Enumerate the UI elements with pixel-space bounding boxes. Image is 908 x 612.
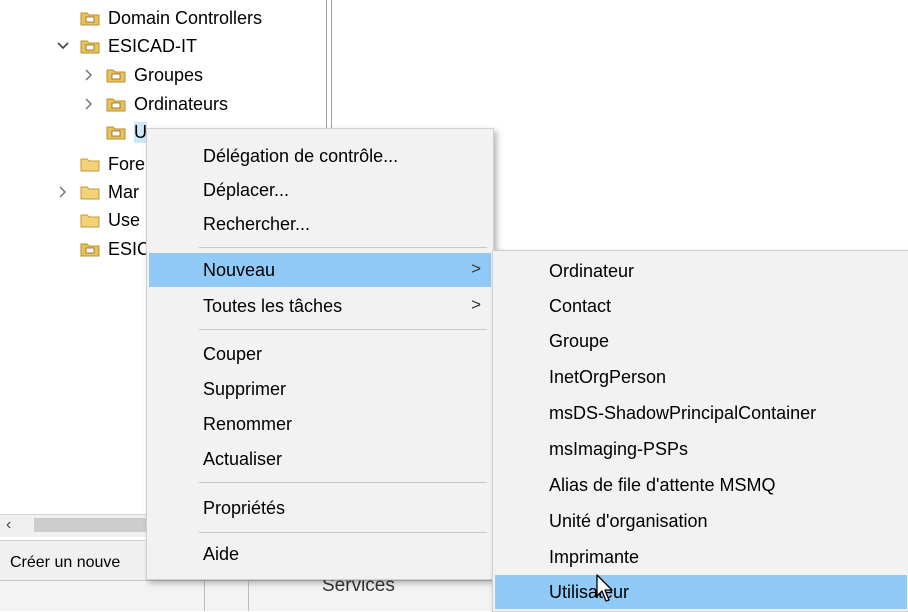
menu-item-label: InetOrgPerson [549,367,667,387]
chevron-right-icon[interactable] [54,183,72,201]
submenu-item-groupe[interactable]: Groupe [495,324,907,358]
tree-item-foreign-security[interactable]: Fore [80,149,145,179]
menu-item-delegation[interactable]: Délégation de contrôle... [149,139,491,173]
menu-item-toutes-les-taches[interactable]: Toutes les tâches > [149,289,491,323]
menu-separator [199,482,487,483]
menu-item-proprietes[interactable]: Propriétés [149,491,491,525]
ou-folder-icon [80,40,100,54]
menu-item-label: Imprimante [549,547,640,567]
menu-item-deplacer[interactable]: Déplacer... [149,173,491,207]
submenu-item-imprimante[interactable]: Imprimante [495,540,907,574]
column-divider [248,581,249,611]
menu-item-label: Toutes les tâches [203,296,343,316]
menu-item-aide[interactable]: Aide [149,537,491,571]
menu-item-label: Ordinateur [549,261,635,281]
submenu-arrow-icon: > [471,295,481,314]
chevron-right-icon[interactable] [80,66,98,84]
tree-item-groupes[interactable]: Groupes [80,60,203,90]
menu-item-renommer[interactable]: Renommer [149,407,491,441]
menu-separator [199,247,487,248]
submenu-item-unite-organisation[interactable]: Unité d'organisation [495,504,907,538]
submenu-arrow-icon: > [471,259,481,278]
scrollbar-thumb[interactable] [34,518,164,532]
menu-item-label: msImaging-PSPs [549,439,689,459]
menu-item-label: Déplacer... [203,180,290,200]
container-folder-icon [80,158,100,172]
menu-item-rechercher[interactable]: Rechercher... [149,207,491,241]
tree-item-domain-controllers[interactable]: Domain Controllers [80,3,262,33]
column-divider [204,581,205,611]
ou-folder-icon [106,69,126,83]
tree-item-label: Mar [108,181,139,202]
ou-folder-icon [80,12,100,26]
menu-item-label: Alias de file d'attente MSMQ [549,475,776,495]
submenu-item-msmq-alias[interactable]: Alias de file d'attente MSMQ [495,468,907,502]
container-folder-icon [80,214,100,228]
ou-folder-icon [80,243,100,257]
menu-item-label: Aide [203,544,240,564]
submenu-item-utilisateur[interactable]: Utilisateur [495,575,907,609]
tree-item-label: ESICAD-IT [108,35,198,56]
menu-item-supprimer[interactable]: Supprimer [149,372,491,406]
menu-item-label: Unité d'organisation [549,511,708,531]
tree-item-ordinateurs[interactable]: Ordinateurs [80,89,228,119]
menu-item-label: Contact [549,296,612,316]
menu-item-label: Nouveau [203,260,276,280]
mouse-pointer-icon [596,574,613,602]
context-menu: Délégation de contrôle... Déplacer... Re… [146,128,494,580]
submenu-item-msimaging[interactable]: msImaging-PSPs [495,432,907,466]
ou-folder-icon [106,98,126,112]
menu-item-label: Actualiser [203,449,283,469]
tree-item-users-container[interactable]: Use [80,205,140,235]
menu-item-label: Supprimer [203,379,287,399]
submenu-item-contact[interactable]: Contact [495,289,907,323]
menu-item-label: Propriétés [203,498,286,518]
status-text: Créer un nouve [10,554,121,571]
tree-item-esicad-it[interactable]: ESICAD-IT [54,31,197,61]
tree-item-esic[interactable]: ESIC [80,234,150,264]
menu-item-label: Rechercher... [203,214,311,234]
tree-item-label: ESIC [108,238,151,259]
menu-item-couper[interactable]: Couper [149,337,491,371]
menu-item-label: msDS-ShadowPrincipalContainer [549,403,817,423]
tree-item-label: Fore [108,153,146,174]
submenu-item-ordinateur[interactable]: Ordinateur [495,254,907,288]
ou-folder-icon [106,126,126,140]
chevron-right-icon[interactable] [80,95,98,113]
tree-item-label: Groupes [134,64,204,85]
menu-item-label: Groupe [549,331,610,351]
tree-item-label: Domain Controllers [108,7,263,28]
menu-item-label: Couper [203,344,263,364]
menu-item-label: Délégation de contrôle... [203,146,399,166]
submenu-item-inetorgperson[interactable]: InetOrgPerson [495,360,907,394]
menu-item-label: Renommer [203,414,293,434]
menu-item-actualiser[interactable]: Actualiser [149,442,491,476]
tree-item-label: Use [108,209,141,230]
scroll-left-icon[interactable]: ‹ [6,516,11,534]
tree-item-users-ou[interactable]: U [106,117,147,147]
container-folder-icon [80,186,100,200]
new-submenu: Ordinateur Contact Groupe InetOrgPerson … [492,250,908,612]
menu-separator [199,329,487,330]
menu-item-nouveau[interactable]: Nouveau > [149,253,491,287]
menu-separator [199,532,487,533]
tree-item-label: Ordinateurs [134,93,229,114]
submenu-item-shadow-principal[interactable]: msDS-ShadowPrincipalContainer [495,396,907,430]
chevron-down-icon[interactable] [54,37,72,55]
tree-item-managed[interactable]: Mar [54,177,139,207]
